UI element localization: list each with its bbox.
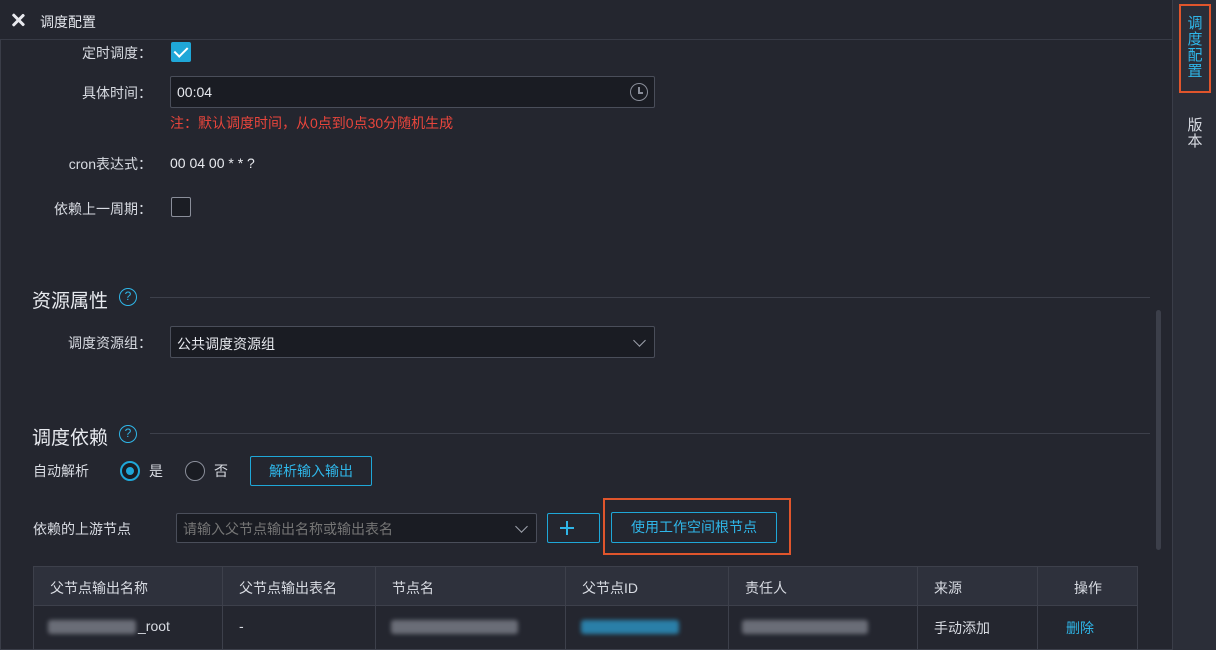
column-header: 操作 — [1074, 580, 1102, 596]
tab-char: 置 — [1187, 63, 1203, 80]
specific-time-label: 具体时间： — [82, 85, 152, 101]
upstream-node-search[interactable] — [183, 519, 503, 539]
section-divider — [150, 297, 1150, 298]
header-bar: 调度配置 — [0, 0, 1172, 40]
time-value: 00:04 — [177, 84, 213, 100]
page-title: 调度配置 — [40, 14, 96, 30]
clock-icon — [630, 83, 648, 101]
tab-char: 调 — [1187, 15, 1203, 32]
help-icon[interactable]: ? — [119, 288, 137, 306]
dependency-section-title: 调度依赖 — [32, 428, 109, 449]
column-header: 来源 — [934, 580, 962, 596]
upstream-node-label: 依赖的上游节点 — [33, 521, 131, 537]
depend-previous-cycle-checkbox[interactable] — [171, 197, 191, 217]
resource-section-title: 资源属性 — [32, 291, 109, 312]
tab-char: 配 — [1187, 47, 1203, 64]
timed-schedule-label: 定时调度： — [82, 45, 152, 61]
auto-parse-yes-label: 是 — [149, 463, 163, 479]
tab-char: 本 — [1187, 133, 1203, 150]
redacted-text — [391, 620, 518, 634]
cell-output-name: _root — [138, 618, 170, 634]
column-header: 父节点输出名称 — [50, 580, 148, 596]
table-row: _root - 手动添加 删除 — [33, 606, 1138, 650]
use-workspace-root-button[interactable]: 使用工作空间根节点 — [611, 512, 777, 543]
column-header: 责任人 — [745, 580, 787, 596]
time-note: 注：默认调度时间，从0点到0点30分随机生成 — [170, 115, 454, 131]
redacted-text — [48, 620, 136, 634]
column-header: 父节点输出表名 — [239, 580, 337, 596]
redacted-text — [742, 620, 868, 634]
column-divider — [917, 566, 918, 650]
cell-output-table: - — [239, 618, 244, 634]
column-divider — [1037, 566, 1038, 650]
time-input[interactable]: 00:04 — [170, 76, 655, 108]
tab-version[interactable]: 版 本 — [1179, 118, 1211, 150]
tab-char: 版 — [1187, 117, 1203, 134]
column-divider — [565, 566, 566, 650]
upstream-node-input[interactable] — [176, 513, 537, 543]
resource-group-label: 调度资源组： — [68, 335, 152, 351]
right-rail: 调 度 配 置 版 本 — [1172, 0, 1216, 650]
column-header: 节点名 — [392, 580, 434, 596]
auto-parse-no-label: 否 — [214, 463, 228, 479]
scrollbar-thumb[interactable] — [1156, 310, 1161, 550]
add-upstream-button[interactable] — [547, 513, 600, 543]
tab-char: 度 — [1187, 31, 1203, 48]
resource-group-value: 公共调度资源组 — [177, 336, 275, 352]
timed-schedule-checkbox[interactable] — [171, 42, 191, 62]
close-icon[interactable] — [10, 12, 26, 28]
parse-io-button[interactable]: 解析输入输出 — [250, 456, 372, 486]
tab-schedule-config[interactable]: 调 度 配 置 — [1179, 4, 1211, 93]
column-divider — [728, 566, 729, 650]
column-header: 父节点ID — [582, 580, 638, 596]
chevron-down-icon — [515, 520, 528, 533]
section-divider — [150, 433, 1150, 434]
help-icon[interactable]: ? — [119, 425, 137, 443]
column-divider — [222, 566, 223, 650]
redacted-text — [581, 620, 679, 634]
cell-source: 手动添加 — [934, 620, 990, 636]
auto-parse-label: 自动解析 — [33, 463, 89, 479]
auto-parse-no-radio[interactable] — [185, 461, 205, 481]
column-divider — [375, 566, 376, 650]
chevron-down-icon — [633, 334, 646, 347]
auto-parse-yes-radio[interactable] — [120, 461, 140, 481]
cron-value: 00 04 00 * * ? — [170, 155, 255, 171]
table-header: 父节点输出名称 父节点输出表名 节点名 父节点ID 责任人 来源 操作 — [33, 566, 1138, 606]
depend-previous-cycle-label: 依赖上一周期： — [54, 201, 152, 217]
delete-link[interactable]: 删除 — [1066, 618, 1094, 638]
resource-group-select[interactable]: 公共调度资源组 — [170, 326, 655, 358]
cron-label: cron表达式： — [68, 156, 152, 172]
